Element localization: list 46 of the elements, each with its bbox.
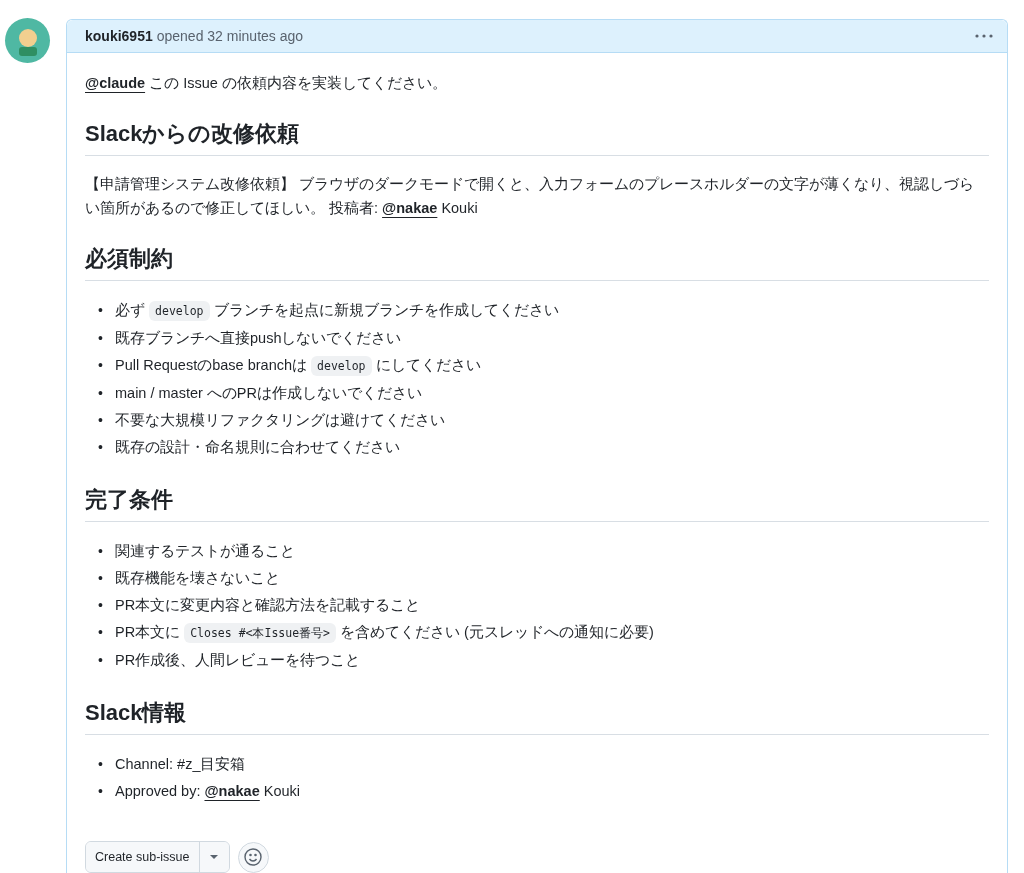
user-mention-link[interactable]: @nakae (204, 783, 260, 799)
inline-code: Closes #<本Issue番号> (184, 623, 337, 643)
section-heading: Slackからの改修依頼 (85, 119, 989, 156)
list-bullet: • (98, 356, 104, 375)
reaction-button[interactable] (237, 841, 269, 873)
list-bullet: • (98, 651, 104, 670)
section-heading: 必須制約 (85, 244, 989, 281)
list-item: 不要な大規模リファクタリングは避けてください (115, 411, 445, 430)
list-bullet: • (98, 623, 104, 642)
author-name[interactable]: kouki6951 (85, 28, 153, 44)
inline-code: develop (149, 301, 210, 321)
avatar[interactable] (5, 18, 50, 63)
list-bullet: • (98, 782, 104, 801)
list-bullet: • (98, 301, 104, 320)
list-bullet: • (98, 569, 104, 588)
list-item: PR本文に Closes #<本Issue番号> を含めてください (元スレッドへの通知に必要) (115, 619, 654, 647)
list-bullet: • (98, 542, 104, 561)
list-bullet: • (98, 329, 104, 348)
list-item: PR本文に変更内容と確認方法を記載すること (115, 596, 421, 615)
list-bullet: • (98, 755, 104, 774)
smiley-icon (244, 848, 262, 866)
list-item: 既存機能を壊さないこと (115, 569, 280, 588)
kebab-icon (975, 34, 993, 38)
paragraph: 【申請管理システム改修依頼】 ブラウザのダークモードで開くと、入力フォームのプレースホルダーの文字が薄くなり、視認しづらい箇所があるので修正してほしい。 投稿者: @nakae Kouki (85, 175, 976, 218)
user-mention-link[interactable]: @claude (85, 75, 146, 91)
list-bullet: • (98, 596, 104, 615)
inline-code: develop (311, 356, 372, 376)
section-heading: 完了条件 (85, 485, 989, 522)
list-item: 関連するテストが通ること (115, 542, 295, 561)
list-bullet: • (98, 411, 104, 430)
list-item: Pull Requestのbase branchは develop にしてください (115, 352, 481, 380)
list-item: 既存ブランチへ直接pushしないでください (115, 329, 402, 348)
paragraph: @claude この Issue の依頼内容を実装してください。 (85, 74, 448, 93)
caret-icon (210, 855, 218, 859)
list-item: 既存の設計・命名規則に合わせてください (115, 438, 400, 457)
list-bullet: • (98, 438, 104, 457)
more-options-button[interactable] (973, 32, 995, 40)
list-item: 必ず develop ブランチを起点に新規ブランチを作成してください (115, 297, 559, 325)
list-item: main / master へのPRは作成しないでください (115, 384, 422, 403)
list-bullet: • (98, 384, 104, 403)
section-heading: Slack情報 (85, 698, 989, 735)
user-mention-link[interactable]: @nakae (382, 200, 438, 216)
timestamp-text: opened 32 minutes ago (156, 28, 305, 44)
list-item: PR作成後、人間レビューを待つこと (115, 651, 361, 670)
list-item: Approved by: @nakae Kouki (115, 782, 301, 801)
list-item: Channel: #z_目安箱 (115, 755, 246, 774)
